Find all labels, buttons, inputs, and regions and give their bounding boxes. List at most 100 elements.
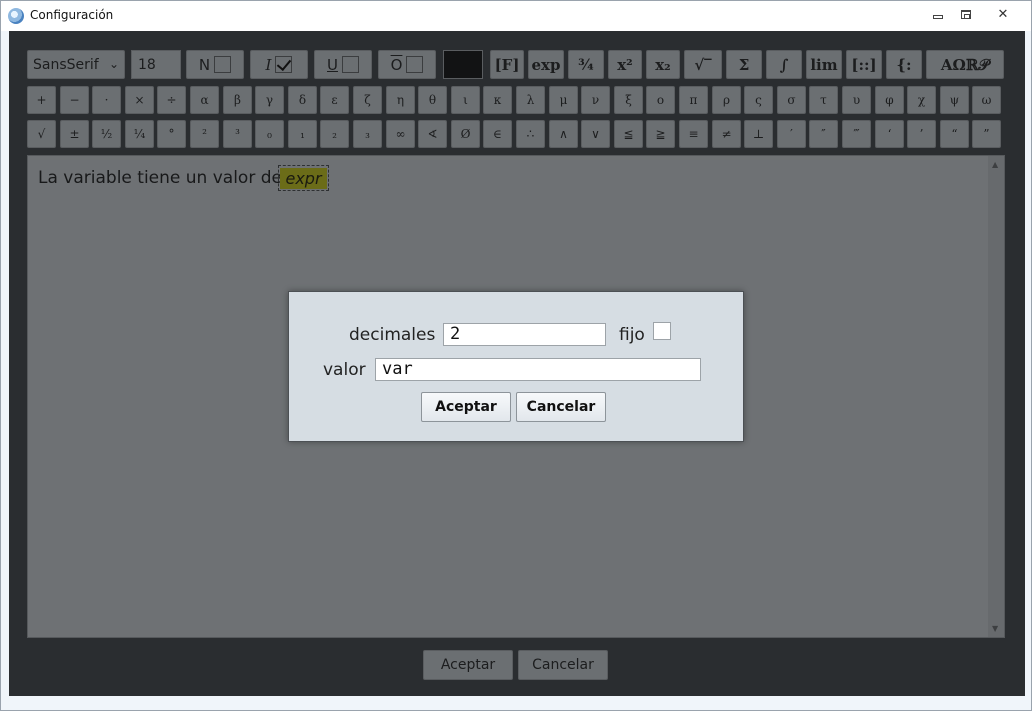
subscript-button[interactable]: x₂: [646, 50, 680, 79]
symbol-button[interactable]: β: [223, 86, 252, 114]
symbol-button[interactable]: π: [679, 86, 708, 114]
font-family-select[interactable]: SansSerif ⌄: [27, 50, 125, 79]
symbol-button[interactable]: η: [386, 86, 415, 114]
symbol-button[interactable]: θ: [418, 86, 447, 114]
symbol-button[interactable]: ξ: [614, 86, 643, 114]
symbol-button[interactable]: Ø: [451, 120, 480, 148]
overline-toggle[interactable]: O: [378, 50, 436, 79]
symbol-button[interactable]: ₀: [255, 120, 284, 148]
symbol-button[interactable]: ×: [125, 86, 154, 114]
limit-button[interactable]: lim: [806, 50, 842, 79]
underline-toggle[interactable]: U: [314, 50, 372, 79]
italic-checkbox[interactable]: [275, 56, 293, 73]
editor-scrollbar[interactable]: ▲ ▼: [988, 156, 1004, 637]
symbol-button[interactable]: μ: [549, 86, 578, 114]
decimals-input[interactable]: 2: [443, 323, 606, 346]
bold-toggle[interactable]: N: [186, 50, 244, 79]
cancel-button[interactable]: Cancelar: [518, 650, 608, 680]
symbol-button[interactable]: ∴: [516, 120, 545, 148]
symbol-button[interactable]: ′: [777, 120, 806, 148]
symbol-button[interactable]: γ: [255, 86, 284, 114]
value-input[interactable]: var: [375, 358, 701, 381]
fixed-checkbox[interactable]: [653, 322, 671, 340]
symbol-button[interactable]: °: [157, 120, 186, 148]
expression-chip[interactable]: expr: [278, 165, 329, 191]
restore-button[interactable]: [951, 4, 981, 24]
symbol-button[interactable]: ≠: [712, 120, 741, 148]
symbol-button[interactable]: ς: [744, 86, 773, 114]
symbol-button[interactable]: ₃: [353, 120, 382, 148]
exp-label: exp: [531, 55, 561, 74]
symbol-button[interactable]: ²: [190, 120, 219, 148]
symbol-button[interactable]: φ: [875, 86, 904, 114]
close-button[interactable]: ✕: [985, 4, 1021, 24]
sum-button[interactable]: Σ: [726, 50, 762, 79]
special-chars-button[interactable]: AΩℝ𝒫: [926, 50, 1004, 79]
symbol-button[interactable]: ¼: [125, 120, 154, 148]
dialog-cancel-button[interactable]: Cancelar: [516, 392, 606, 422]
superscript-button[interactable]: x²: [608, 50, 642, 79]
title-bar[interactable]: Configuración ✕: [1, 1, 1031, 31]
symbol-button[interactable]: λ: [516, 86, 545, 114]
symbol-button[interactable]: ∞: [386, 120, 415, 148]
symbol-button[interactable]: ζ: [353, 86, 382, 114]
symbol-button[interactable]: σ: [777, 86, 806, 114]
symbol-button[interactable]: ο: [646, 86, 675, 114]
symbol-button[interactable]: ½: [92, 120, 121, 148]
matrix-button[interactable]: [::]: [846, 50, 882, 79]
symbol-button[interactable]: ⊥: [744, 120, 773, 148]
symbol-button[interactable]: ÷: [157, 86, 186, 114]
font-family-value: SansSerif: [33, 56, 99, 73]
symbol-button[interactable]: ∧: [549, 120, 578, 148]
symbol-button[interactable]: κ: [483, 86, 512, 114]
symbol-button[interactable]: ε: [320, 86, 349, 114]
symbol-button[interactable]: ≦: [614, 120, 643, 148]
function-button[interactable]: [F]: [490, 50, 524, 79]
bold-checkbox[interactable]: [214, 56, 232, 73]
italic-toggle[interactable]: I: [250, 50, 308, 79]
symbol-button[interactable]: −: [60, 86, 89, 114]
integral-button[interactable]: ∫: [766, 50, 802, 79]
symbol-button[interactable]: ψ: [940, 86, 969, 114]
symbol-button[interactable]: υ: [842, 86, 871, 114]
symbol-button[interactable]: √: [27, 120, 56, 148]
accept-button[interactable]: Aceptar: [423, 650, 513, 680]
symbol-button[interactable]: ³: [223, 120, 252, 148]
symbol-button[interactable]: “: [940, 120, 969, 148]
exp-button[interactable]: exp: [528, 50, 564, 79]
scroll-down-icon[interactable]: ▼: [992, 624, 998, 633]
scroll-up-icon[interactable]: ▲: [992, 160, 998, 169]
symbol-button[interactable]: ”: [972, 120, 1001, 148]
symbol-button[interactable]: ρ: [712, 86, 741, 114]
symbol-button[interactable]: ∨: [581, 120, 610, 148]
symbol-button[interactable]: ∢: [418, 120, 447, 148]
brace-button[interactable]: {:: [886, 50, 922, 79]
text-color-button[interactable]: [443, 50, 483, 79]
symbol-button[interactable]: ≧: [646, 120, 675, 148]
fraction-button[interactable]: ¾: [568, 50, 604, 79]
sqrt-button[interactable]: √‾: [684, 50, 722, 79]
symbol-button[interactable]: ’: [907, 120, 936, 148]
symbol-button[interactable]: ≡: [679, 120, 708, 148]
symbol-button[interactable]: τ: [809, 86, 838, 114]
symbol-button[interactable]: ν: [581, 86, 610, 114]
symbol-button[interactable]: ″: [809, 120, 838, 148]
symbol-button[interactable]: ±: [60, 120, 89, 148]
symbol-button[interactable]: ₁: [288, 120, 317, 148]
symbol-button[interactable]: δ: [288, 86, 317, 114]
symbol-button[interactable]: ι: [451, 86, 480, 114]
symbol-button[interactable]: +: [27, 86, 56, 114]
font-size-input[interactable]: 18: [131, 50, 181, 79]
symbol-button[interactable]: ‘: [875, 120, 904, 148]
symbol-button[interactable]: ∈: [483, 120, 512, 148]
minimize-button[interactable]: [923, 4, 953, 24]
symbol-button[interactable]: α: [190, 86, 219, 114]
underline-checkbox[interactable]: [341, 56, 359, 73]
overline-checkbox[interactable]: [406, 56, 424, 73]
symbol-button[interactable]: ω: [972, 86, 1001, 114]
symbol-button[interactable]: ·: [92, 86, 121, 114]
symbol-button[interactable]: ‴: [842, 120, 871, 148]
dialog-accept-button[interactable]: Aceptar: [421, 392, 511, 422]
symbol-button[interactable]: χ: [907, 86, 936, 114]
symbol-button[interactable]: ₂: [320, 120, 349, 148]
